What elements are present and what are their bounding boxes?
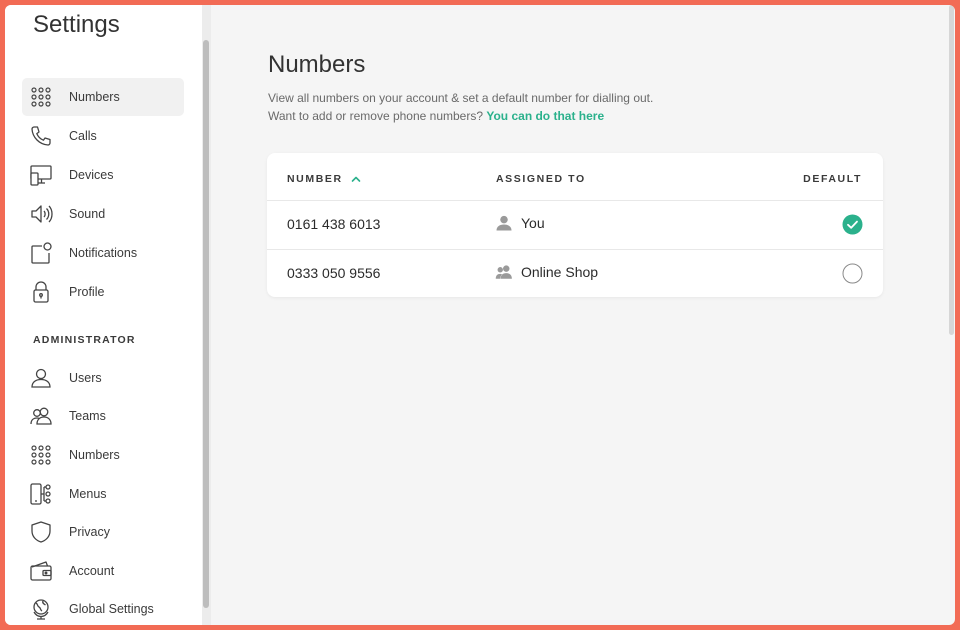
app-window: Settings Numbers Calls Devices Sound Not… xyxy=(5,5,955,625)
sidebar-scrollbar[interactable] xyxy=(202,5,211,625)
phone-icon xyxy=(28,123,54,149)
page-description: View all numbers on your account & set a… xyxy=(268,91,654,105)
assignee-name: You xyxy=(521,215,545,231)
sidebar-item-privacy[interactable]: Privacy xyxy=(22,513,184,551)
assignee: Online Shop xyxy=(495,263,598,281)
sidebar-item-notifications[interactable]: Notifications xyxy=(22,234,184,272)
column-header-default: DEFAULT xyxy=(803,173,862,185)
sidebar-item-label: Menus xyxy=(69,487,107,501)
sidebar-item-label: Privacy xyxy=(69,525,110,539)
main-scrollbar[interactable] xyxy=(948,5,955,625)
main-scrollbar-thumb[interactable] xyxy=(949,5,954,335)
default-unselected-radio[interactable] xyxy=(842,263,863,284)
shield-icon xyxy=(28,519,54,545)
sidebar-item-profile[interactable]: Profile xyxy=(22,273,184,311)
numbers-table: NUMBER ASSIGNED TO DEFAULT 0161 438 6013… xyxy=(267,153,883,297)
menu-tree-icon xyxy=(28,481,54,507)
table-row: 0333 050 9556 Online Shop xyxy=(267,249,883,298)
sidebar-item-label: Numbers xyxy=(69,448,120,462)
globe-icon xyxy=(28,596,54,622)
notification-icon xyxy=(28,240,54,266)
sidebar-item-users[interactable]: Users xyxy=(22,359,184,397)
page-title: Numbers xyxy=(268,51,366,78)
sidebar-item-label: Account xyxy=(69,564,115,578)
column-header-assigned-to: ASSIGNED TO xyxy=(496,173,586,185)
page-description-secondary: Want to add or remove phone numbers? You… xyxy=(268,109,604,123)
table-row: 0161 438 6013 You xyxy=(267,200,883,249)
sidebar-scrollbar-thumb[interactable] xyxy=(203,40,209,608)
sort-ascending-icon xyxy=(351,176,360,182)
sidebar-item-label: Calls xyxy=(69,129,97,143)
administrator-section-heading: ADMINISTRATOR xyxy=(33,334,136,346)
keypad-icon xyxy=(28,84,54,110)
lock-icon xyxy=(28,279,54,305)
team-icon xyxy=(495,265,512,279)
keypad-icon xyxy=(28,442,54,468)
sidebar-item-label: Sound xyxy=(69,207,106,221)
sidebar-item-account[interactable]: Account xyxy=(22,552,184,590)
column-header-number[interactable]: NUMBER xyxy=(287,173,361,185)
devices-icon xyxy=(28,162,54,188)
speaker-icon xyxy=(28,201,54,227)
phone-number: 0333 050 9556 xyxy=(287,265,381,281)
sidebar-item-label: Teams xyxy=(69,409,106,423)
sidebar-item-teams[interactable]: Teams xyxy=(22,397,184,435)
sidebar-item-global-settings[interactable]: Global Settings xyxy=(22,590,184,625)
manage-numbers-link[interactable]: You can do that here xyxy=(486,109,604,123)
sidebar-item-devices[interactable]: Devices xyxy=(22,156,184,194)
sidebar-item-label: Notifications xyxy=(69,246,138,260)
user-icon xyxy=(28,365,54,391)
team-icon xyxy=(28,403,54,429)
sidebar-item-label: Profile xyxy=(69,285,105,299)
default-selected-radio[interactable] xyxy=(842,214,863,235)
sidebar-item-label: Numbers xyxy=(69,90,120,104)
sidebar: Settings Numbers Calls Devices Sound Not… xyxy=(5,5,202,625)
phone-number: 0161 438 6013 xyxy=(287,216,381,232)
user-icon xyxy=(496,215,512,231)
sidebar-title: Settings xyxy=(33,11,120,38)
assignee-name: Online Shop xyxy=(521,264,599,280)
column-header-label: NUMBER xyxy=(287,173,343,185)
sidebar-item-admin-numbers[interactable]: Numbers xyxy=(22,436,184,474)
manage-numbers-prompt: Want to add or remove phone numbers? xyxy=(268,109,484,123)
sidebar-item-menus[interactable]: Menus xyxy=(22,475,184,513)
sidebar-item-label: Devices xyxy=(69,168,114,182)
sidebar-item-label: Users xyxy=(69,371,102,385)
wallet-icon xyxy=(28,558,54,584)
sidebar-item-numbers[interactable]: Numbers xyxy=(22,78,184,116)
sidebar-item-sound[interactable]: Sound xyxy=(22,195,184,233)
sidebar-item-label: Global Settings xyxy=(69,602,154,616)
sidebar-item-calls[interactable]: Calls xyxy=(22,117,184,155)
assignee: You xyxy=(495,214,545,232)
